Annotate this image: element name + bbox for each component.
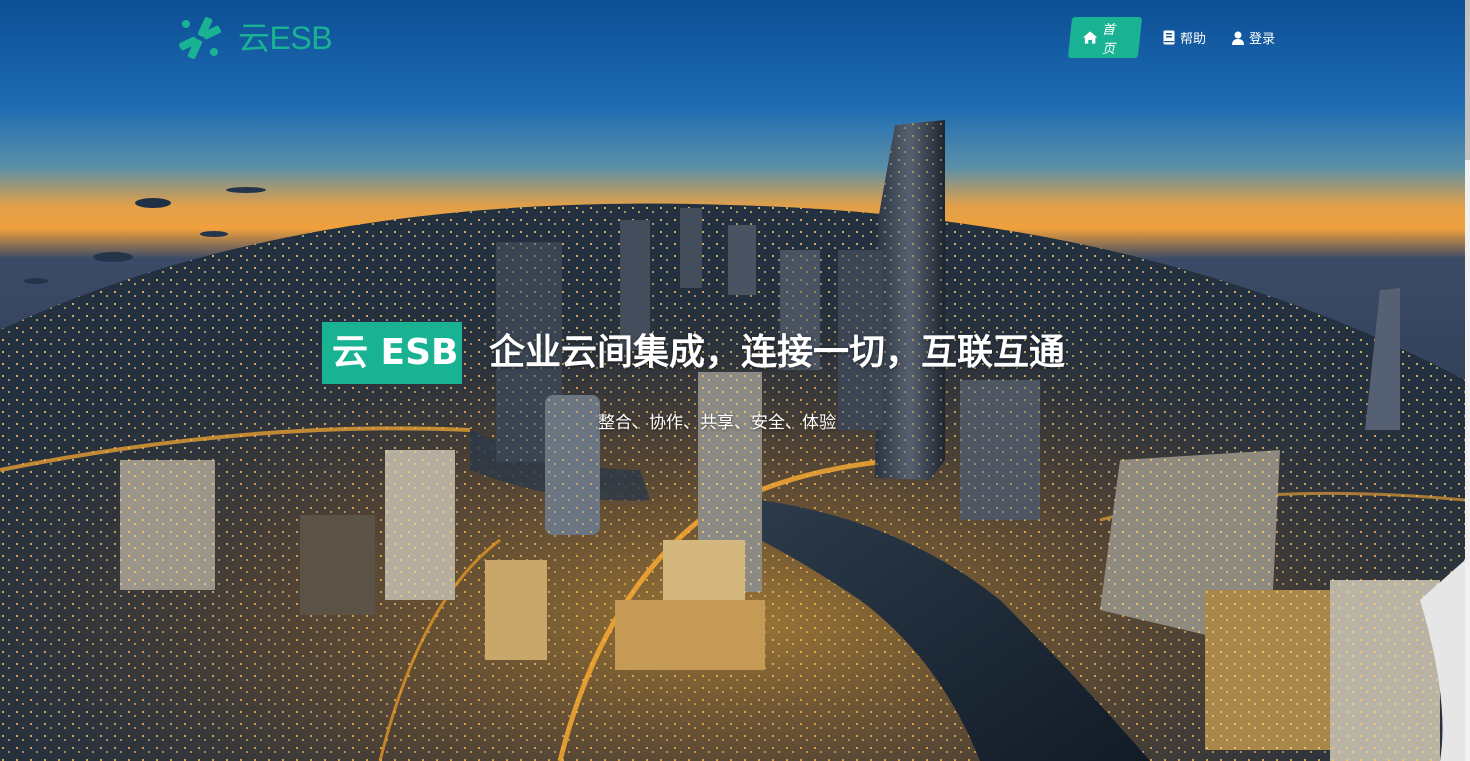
book-icon	[1163, 30, 1175, 45]
nav-label-help: 帮助	[1180, 32, 1207, 47]
logo-text: 云ESB	[238, 20, 333, 56]
user-icon	[1232, 31, 1245, 45]
hero-headline: 云 ESB 企业云间集成，连接一切，互联互通	[322, 322, 1065, 384]
nav-label-home: 首页	[1102, 22, 1116, 57]
home-icon	[1083, 31, 1098, 44]
landing-page: 云ESB 首页 帮助 登录 云 ESB 企业云间集成，连接一切，互联互通 整合、…	[0, 0, 1470, 761]
main-nav: 首页 帮助 登录	[1067, 17, 1288, 58]
nav-item-home[interactable]: 首页	[1067, 17, 1143, 58]
scrollbar-thumb[interactable]	[1465, 0, 1470, 160]
nav-item-login[interactable]: 登录	[1219, 17, 1288, 58]
nav-label-login: 登录	[1249, 32, 1276, 47]
logo-mark-icon	[179, 17, 221, 59]
brand-badge: 云 ESB	[322, 322, 462, 384]
nav-item-help[interactable]: 帮助	[1150, 17, 1219, 58]
hero-subtitle: 整合、协作、共享、安全、体验	[598, 413, 836, 433]
headline-text: 企业云间集成，连接一切，互联互通	[489, 332, 1066, 373]
page-scrollbar[interactable]	[1465, 0, 1470, 761]
site-logo[interactable]: 云ESB	[176, 14, 333, 62]
